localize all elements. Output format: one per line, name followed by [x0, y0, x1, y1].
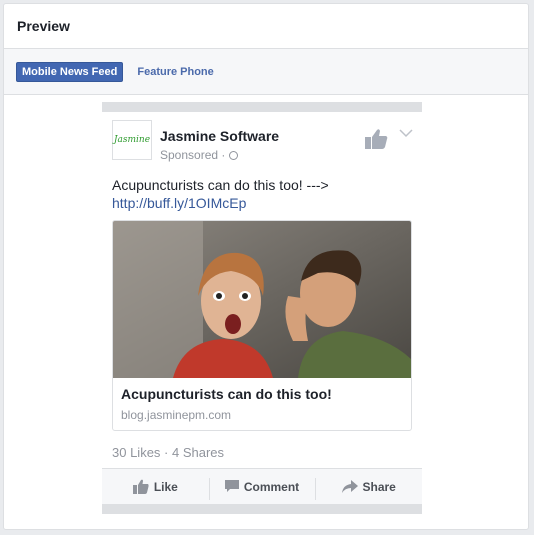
link-image: [113, 221, 411, 378]
link-card-body: Acupuncturists can do this too! blog.jas…: [113, 378, 411, 430]
post-actions: Like Comment Share: [102, 468, 422, 504]
like-thumb-icon[interactable]: [364, 128, 388, 150]
share-label: Share: [362, 479, 396, 494]
post-message-text: Acupuncturists can do this too! --->: [112, 177, 329, 193]
link-title[interactable]: Acupuncturists can do this too!: [121, 386, 403, 402]
feed-divider-top: [102, 102, 422, 112]
sponsored-label: Sponsored ·: [160, 148, 239, 162]
feed-divider-bottom: [102, 504, 422, 514]
like-icon: [132, 479, 149, 494]
preview-tabs: Mobile News Feed Feature Phone: [4, 49, 528, 95]
link-domain: blog.jasminepm.com: [121, 408, 232, 422]
share-button[interactable]: Share: [315, 477, 422, 500]
comment-label: Comment: [243, 479, 300, 494]
sponsored-text: Sponsored ·: [160, 148, 226, 162]
like-button[interactable]: Like: [102, 479, 209, 494]
panel-title: Preview: [4, 4, 528, 49]
engagement-stats[interactable]: 30 Likes · 4 Shares: [102, 431, 422, 468]
chevron-down-icon[interactable]: [399, 128, 413, 138]
ad-post: Jasmine Jasmine Software Sponsored · Acu…: [102, 102, 422, 514]
comment-button[interactable]: Comment: [208, 477, 316, 500]
post-message: Acupuncturists can do this too! ---> htt…: [102, 166, 422, 212]
comment-icon: [224, 480, 239, 492]
tab-mobile-news-feed[interactable]: Mobile News Feed: [16, 61, 124, 82]
globe-icon: [229, 150, 239, 160]
link-card[interactable]: Acupuncturists can do this too! blog.jas…: [112, 220, 412, 431]
post-header: Jasmine Jasmine Software Sponsored ·: [102, 112, 422, 166]
share-icon: [341, 480, 358, 493]
post-link[interactable]: http://buff.ly/1OIMcEp: [112, 194, 412, 212]
avatar-text: Jasmine: [113, 135, 151, 145]
page-name[interactable]: Jasmine Software: [160, 128, 279, 144]
like-label: Like: [153, 479, 178, 494]
tab-feature-phone[interactable]: Feature Phone: [137, 66, 213, 78]
avatar[interactable]: Jasmine: [112, 120, 152, 160]
